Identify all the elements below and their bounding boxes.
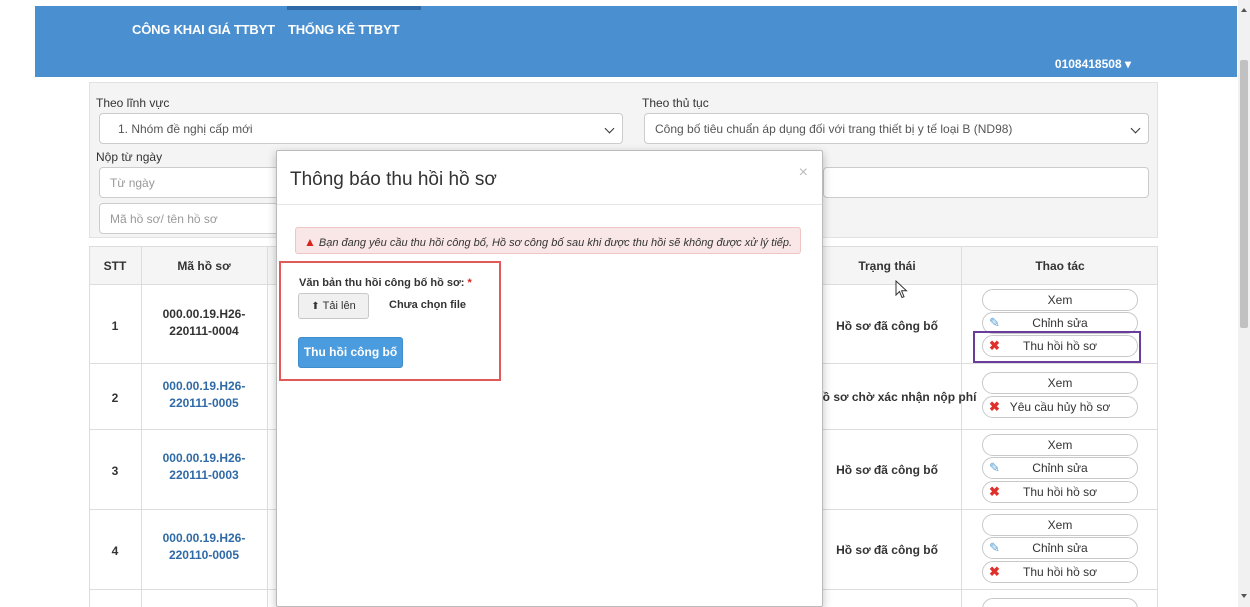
from-date-label: Nộp từ ngày: [96, 150, 163, 164]
header-status: Trạng thái: [858, 259, 916, 273]
view-button[interactable]: Xem: [982, 289, 1138, 311]
nav-link-public-price[interactable]: CÔNG KHAI GIÁ TTBYT: [132, 22, 275, 37]
procedure-select[interactable]: Công bố tiêu chuẩn áp dụng đối với trang…: [644, 113, 1149, 144]
view-label: Xem: [1047, 518, 1073, 532]
row-stt: 1: [111, 319, 119, 333]
highlight-upload-section: [279, 261, 501, 381]
header-code: Mã hồ sơ: [177, 259, 231, 273]
from-date-placeholder: Từ ngày: [110, 176, 155, 190]
warning-icon: ▲: [304, 235, 316, 249]
header-actions: Thao tác: [1035, 259, 1085, 273]
active-tab-indicator: [287, 6, 421, 10]
revoke-button[interactable]: ✖ Thu hồi hồ sơ: [982, 561, 1138, 583]
edit-label: Chỉnh sửa: [1032, 541, 1088, 555]
view-button[interactable]: Xem: [982, 514, 1138, 536]
row-code[interactable]: 000.00.19.H26-220111-0004: [142, 306, 266, 340]
nav-link-statistics[interactable]: THỐNG KÊ TTBYT: [288, 22, 400, 37]
delete-icon: ✖: [989, 484, 1000, 499]
header-stt: STT: [103, 259, 127, 273]
page-scrollbar[interactable]: [1238, 0, 1250, 607]
dialog-divider: [277, 204, 822, 205]
delete-icon: ✖: [989, 399, 1000, 414]
view-label: Xem: [1047, 293, 1073, 307]
field-filter-label: Theo lĩnh vực: [96, 96, 170, 110]
revoke-button[interactable]: ✖ Thu hồi hồ sơ: [982, 481, 1138, 503]
row-status: Hồ sơ chờ xác nhận nộp phí: [814, 390, 977, 404]
row-stt: 4: [111, 544, 119, 558]
wrench-icon: ✎: [989, 315, 1000, 330]
close-icon[interactable]: ×: [799, 164, 808, 182]
field-select-value: 1. Nhóm đề nghị cấp mới: [118, 122, 253, 136]
search-placeholder: Mã hồ sơ/ tên hồ sơ: [110, 212, 218, 226]
search-input[interactable]: Mã hồ sơ/ tên hồ sơ: [99, 203, 279, 234]
edit-button[interactable]: ✎ Chỉnh sửa: [982, 537, 1138, 559]
procedure-select-value: Công bố tiêu chuẩn áp dụng đối với trang…: [655, 122, 1013, 136]
edit-label: Chỉnh sửa: [1032, 316, 1088, 330]
row-status: Hồ sơ đã công bố: [836, 463, 938, 477]
cancel-request-button[interactable]: ✖ Yêu cầu hủy hồ sơ: [982, 396, 1138, 418]
wrench-icon: ✎: [989, 540, 1000, 555]
view-label: Xem: [1047, 376, 1073, 390]
edit-button[interactable]: ✎ Chỉnh sửa: [982, 457, 1138, 479]
highlight-revoke-button: [973, 331, 1141, 363]
edit-label: Chỉnh sửa: [1032, 461, 1088, 475]
chevron-down-icon: [604, 123, 615, 134]
user-menu[interactable]: 0108418508 ▾: [1055, 57, 1131, 71]
field-select[interactable]: 1. Nhóm đề nghị cấp mới: [99, 113, 623, 144]
cancel-request-label: Yêu cầu hủy hồ sơ: [1009, 400, 1111, 414]
procedure-filter-label: Theo thủ tục: [642, 96, 709, 110]
row-status: Hồ sơ đã công bố: [836, 319, 938, 333]
from-date-input[interactable]: Từ ngày: [99, 167, 279, 198]
delete-icon: ✖: [989, 564, 1000, 579]
row-stt: 2: [111, 391, 119, 405]
scroll-up-icon[interactable]: [1241, 8, 1247, 12]
row-code[interactable]: 000.00.19.H26-220111-0003: [142, 450, 266, 484]
view-label: Xem: [1047, 438, 1073, 452]
scroll-down-icon[interactable]: [1241, 594, 1247, 598]
top-navbar: CÔNG KHAI GIÁ TTBYT THỐNG KÊ TTBYT 01084…: [35, 6, 1237, 77]
to-date-input[interactable]: [823, 167, 1149, 198]
revoke-label: Thu hồi hồ sơ: [1023, 565, 1097, 579]
chevron-down-icon: [1130, 123, 1141, 134]
row-code[interactable]: 000.00.19.H26-220110-0005: [142, 530, 266, 564]
view-button[interactable]: [982, 598, 1138, 607]
view-button[interactable]: Xem: [982, 434, 1138, 456]
row-stt: 3: [111, 464, 119, 478]
warning-alert: ▲ Bạn đang yêu cầu thu hồi công bố, Hồ sơ…: [295, 227, 801, 254]
dialog-title: Thông báo thu hồi hồ sơ: [290, 169, 497, 190]
row-code[interactable]: 000.00.19.H26-220111-0005: [142, 378, 266, 412]
row-status: Hồ sơ đã công bố: [836, 543, 938, 557]
view-button[interactable]: Xem: [982, 372, 1138, 394]
mouse-cursor-icon: [895, 280, 908, 299]
scrollbar-thumb[interactable]: [1240, 60, 1248, 328]
alert-text: Bạn đang yêu cầu thu hồi công bố, Hồ sơ …: [318, 237, 793, 249]
revoke-label: Thu hồi hồ sơ: [1023, 485, 1097, 499]
wrench-icon: ✎: [989, 460, 1000, 475]
